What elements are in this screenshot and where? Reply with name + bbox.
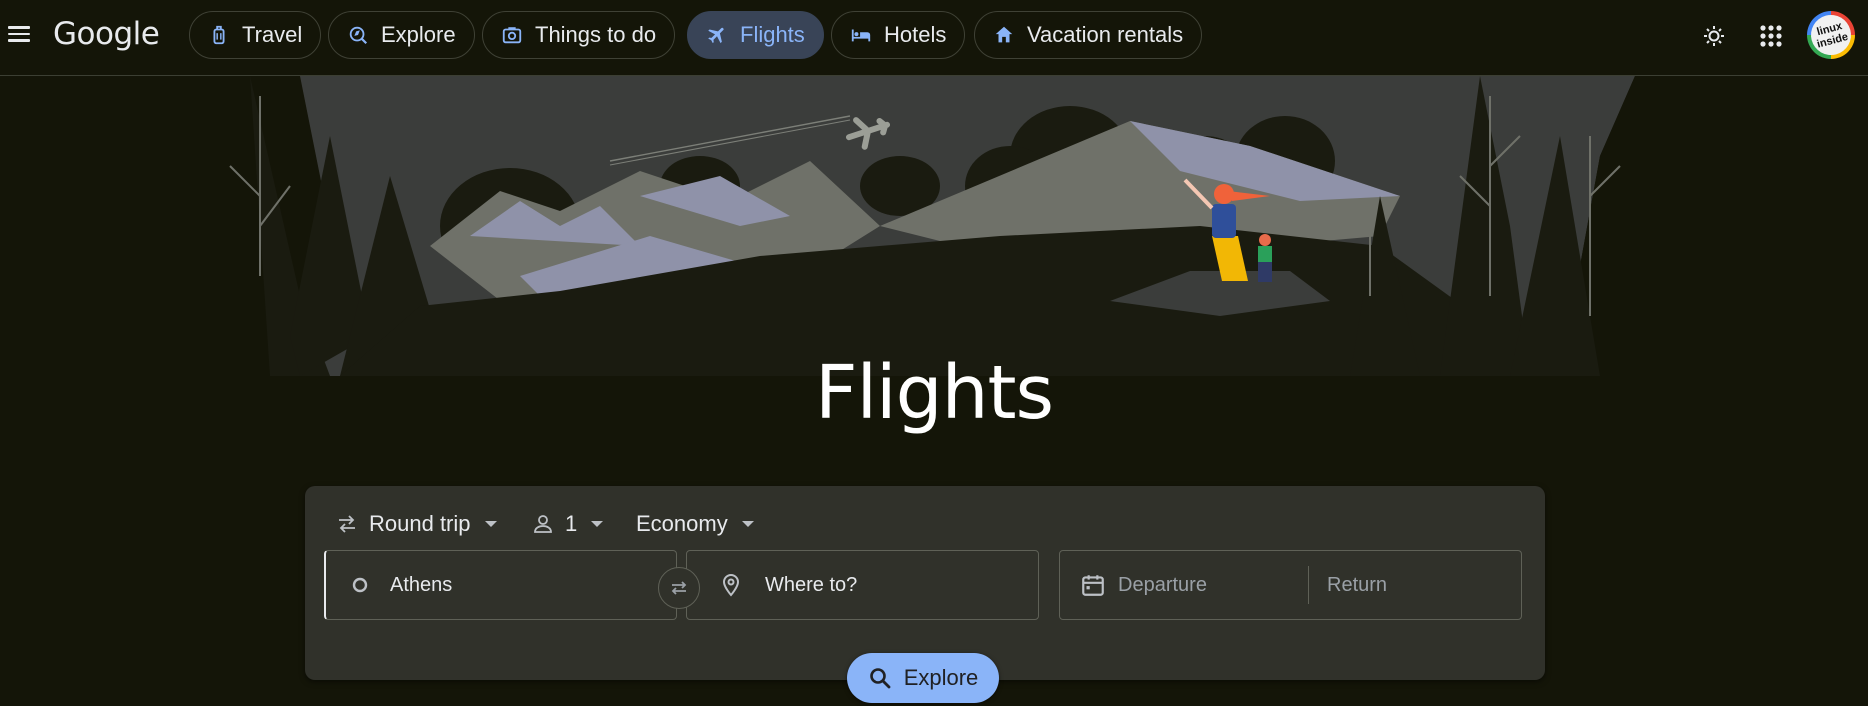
account-avatar[interactable]: linux inside: [1806, 10, 1856, 60]
date-divider: [1308, 566, 1309, 604]
tab-travel-label: Travel: [242, 22, 303, 47]
bed-icon: [850, 24, 872, 46]
home-icon: [993, 24, 1015, 46]
trip-type-select[interactable]: Round trip: [335, 504, 497, 544]
departure-placeholder[interactable]: Departure: [1118, 574, 1308, 597]
flight-search-card: Round trip 1 Economy Athens Where to? De…: [305, 486, 1545, 680]
explore-button-label: Explore: [903, 665, 979, 690]
tab-flights[interactable]: Flights: [687, 11, 824, 59]
top-app-bar: Google Travel Explore Things to do Fligh…: [0, 0, 1868, 76]
swap-arrows-icon: [335, 512, 359, 536]
cabin-class-value: Economy: [636, 511, 728, 536]
tab-explore-label: Explore: [381, 22, 456, 47]
origin-value: Athens: [390, 573, 453, 596]
apps-grid-icon[interactable]: [1757, 22, 1785, 50]
date-range-input[interactable]: Departure Return: [1059, 550, 1522, 620]
chevron-down-icon: [741, 521, 754, 527]
chevron-down-icon: [591, 521, 604, 527]
origin-circle-icon: [350, 575, 370, 595]
location-pin-icon: [719, 573, 743, 597]
luggage-icon: [208, 24, 230, 46]
theme-toggle-icon[interactable]: [1700, 22, 1728, 50]
tab-explore[interactable]: Explore: [328, 11, 475, 59]
tab-vacation-rentals-label: Vacation rentals: [1027, 22, 1184, 47]
cabin-class-select[interactable]: Economy: [636, 504, 754, 544]
destination-placeholder: Where to?: [765, 573, 858, 596]
avatar-text: linux inside: [1806, 10, 1856, 60]
chevron-down-icon: [484, 521, 497, 527]
page-title: Flights: [814, 350, 1054, 436]
tab-hotels[interactable]: Hotels: [831, 11, 966, 59]
destination-input[interactable]: Where to?: [686, 550, 1039, 620]
person-icon: [531, 512, 555, 536]
return-placeholder[interactable]: Return: [1327, 574, 1387, 597]
google-logo[interactable]: Google: [53, 16, 160, 52]
tab-things-to-do[interactable]: Things to do: [482, 11, 676, 59]
hero-illustration: [0, 76, 1868, 376]
origin-input[interactable]: Athens: [324, 550, 677, 620]
swap-icon: [671, 581, 687, 595]
search-icon: [869, 668, 891, 689]
main-menu-icon[interactable]: [7, 22, 31, 46]
passengers-value: 1: [565, 511, 578, 536]
tab-flights-label: Flights: [740, 22, 805, 47]
passengers-select[interactable]: 1: [531, 504, 604, 544]
trip-type-value: Round trip: [369, 511, 471, 536]
tab-things-to-do-label: Things to do: [535, 22, 657, 47]
calendar-icon: [1080, 572, 1106, 598]
tab-hotels-label: Hotels: [884, 22, 947, 47]
explore-button[interactable]: Explore: [847, 653, 999, 703]
explore-icon: [347, 24, 369, 46]
camera-icon: [501, 24, 523, 46]
swap-locations-button[interactable]: [658, 567, 700, 609]
tab-travel[interactable]: Travel: [189, 11, 322, 59]
airplane-icon: [706, 24, 728, 46]
tab-vacation-rentals[interactable]: Vacation rentals: [974, 11, 1203, 59]
